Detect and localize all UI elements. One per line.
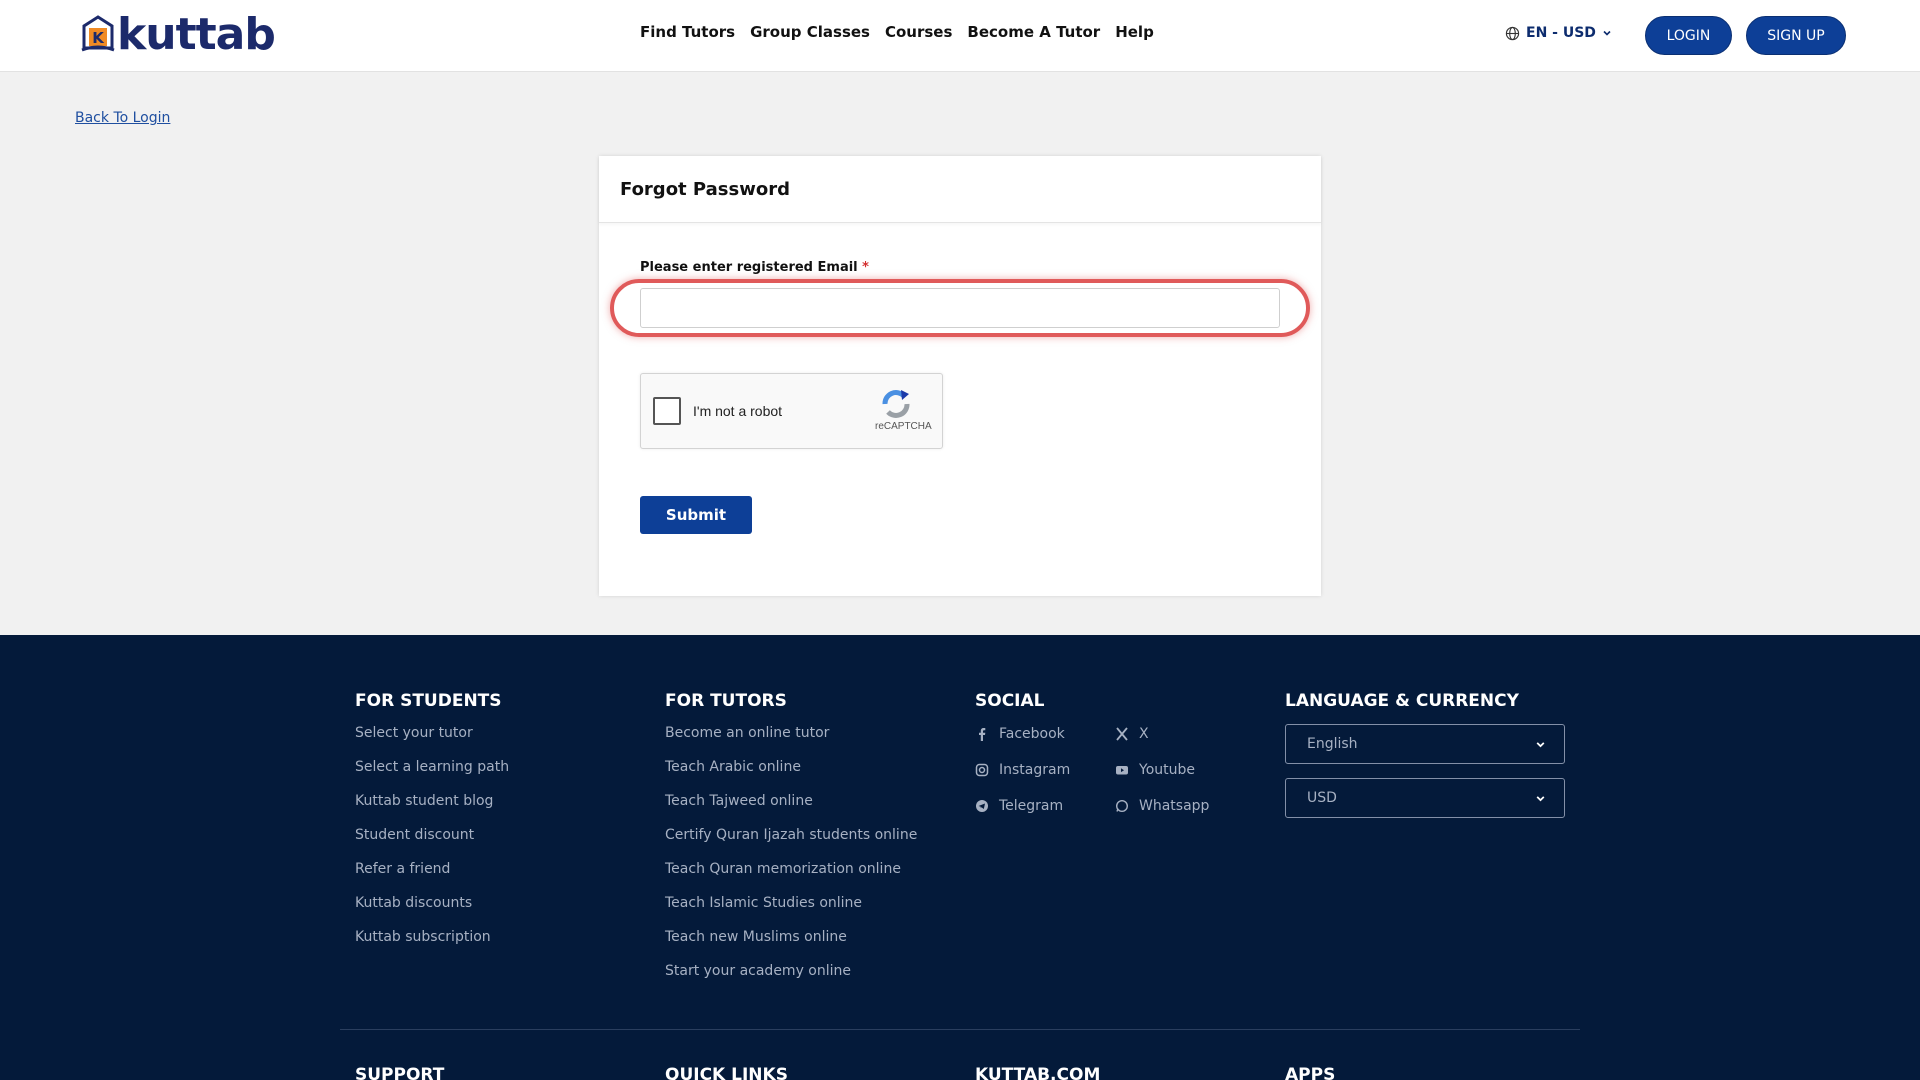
social-label: X [1139, 726, 1149, 742]
footer-link[interactable]: Kuttab student blog [355, 792, 509, 826]
language-currency-label: EN - USD [1526, 25, 1596, 41]
chevron-down-icon [1603, 30, 1611, 36]
nav-find-tutors[interactable]: Find Tutors [640, 23, 735, 41]
telegram-icon [976, 800, 988, 812]
social-label: Youtube [1139, 762, 1195, 778]
social-whatsapp[interactable]: Whatsapp [1115, 796, 1255, 816]
card-title: Forgot Password [599, 156, 1321, 223]
footer-language-column: LANGUAGE & CURRENCY English USD [1285, 691, 1565, 832]
footer-link[interactable]: Student discount [355, 826, 509, 860]
forgot-password-card: Forgot Password Please enter registered … [599, 156, 1321, 596]
recaptcha-label: I'm not a robot [693, 403, 783, 419]
footer-link[interactable]: Refer a friend [355, 860, 509, 894]
recaptcha-brand: reCAPTCHA [875, 421, 932, 432]
logo-icon: K [81, 15, 115, 52]
email-label-text: Please enter registered Email [640, 260, 858, 275]
login-button[interactable]: LOGIN [1645, 16, 1732, 55]
top-header: K kuttab Find Tutors Group Classes Cours… [0, 0, 1920, 72]
main-nav: Find Tutors Group Classes Courses Become… [640, 23, 1154, 41]
language-select[interactable]: English [1285, 724, 1565, 764]
recaptcha-widget: I'm not a robot reCAPTCHA [640, 373, 943, 449]
email-input[interactable] [640, 288, 1280, 328]
social-label: Facebook [999, 726, 1065, 742]
footer-link[interactable]: Teach Tajweed online [665, 792, 917, 826]
currency-select[interactable]: USD [1285, 778, 1565, 818]
social-label: Instagram [999, 762, 1071, 778]
recaptcha-icon [882, 390, 910, 418]
footer-tutors-title: FOR TUTORS [665, 691, 787, 711]
x-icon [1116, 727, 1128, 741]
footer-tutors-column: FOR TUTORS Become an online tutor Teach … [665, 691, 917, 996]
footer-link[interactable]: Teach Arabic online [665, 758, 917, 792]
footer-students-title: FOR STUDENTS [355, 691, 502, 711]
globe-icon [1505, 26, 1520, 40]
footer-link[interactable]: Certify Quran Ijazah students online [665, 826, 917, 860]
footer-link[interactable]: Teach Islamic Studies online [665, 894, 917, 928]
footer-support-title: SUPPORT [355, 1065, 445, 1080]
email-label: Please enter registered Email * [640, 260, 869, 275]
chevron-down-icon [1536, 795, 1545, 801]
social-youtube[interactable]: Youtube [1115, 760, 1255, 780]
social-facebook[interactable]: Facebook [975, 724, 1115, 744]
footer-link[interactable]: Start your academy online [665, 962, 917, 996]
footer-link[interactable]: Select a learning path [355, 758, 509, 792]
nav-group-classes[interactable]: Group Classes [750, 23, 870, 41]
whatsapp-icon [1115, 799, 1129, 813]
footer-link[interactable]: Select your tutor [355, 724, 509, 758]
footer-apps-title: APPS [1285, 1065, 1336, 1080]
back-to-login-link[interactable]: Back To Login [75, 110, 170, 126]
youtube-icon [1116, 766, 1128, 775]
footer-social-title: SOCIAL [975, 691, 1045, 711]
footer-link[interactable]: Kuttab discounts [355, 894, 509, 928]
facebook-icon [979, 728, 986, 741]
social-label: Telegram [999, 798, 1064, 814]
footer-divider [340, 1029, 1580, 1030]
signup-button[interactable]: SIGN UP [1746, 16, 1846, 55]
footer-social-column: SOCIAL Facebook X Instagram Youtube Tele… [975, 691, 1255, 816]
kuttab-logo[interactable]: K kuttab [77, 9, 276, 60]
instagram-icon [975, 763, 989, 777]
logo-text: kuttab [117, 9, 276, 60]
footer-kuttab-title: KUTTAB.COM [975, 1065, 1101, 1080]
footer-students-column: FOR STUDENTS Select your tutor Select a … [355, 691, 509, 962]
social-x[interactable]: X [1115, 724, 1255, 744]
footer-link[interactable]: Teach new Muslims online [665, 928, 917, 962]
required-asterisk: * [862, 260, 869, 275]
footer-link[interactable]: Become an online tutor [665, 724, 917, 758]
language-select-value: English [1307, 736, 1358, 752]
currency-select-value: USD [1307, 790, 1337, 806]
site-footer: FOR STUDENTS Select your tutor Select a … [0, 635, 1920, 1080]
chevron-down-icon [1536, 741, 1545, 747]
submit-button[interactable]: Submit [640, 496, 752, 534]
nav-courses[interactable]: Courses [885, 23, 952, 41]
social-instagram[interactable]: Instagram [975, 760, 1115, 780]
recaptcha-checkbox[interactable] [653, 397, 681, 425]
footer-link[interactable]: Teach Quran memorization online [665, 860, 917, 894]
social-telegram[interactable]: Telegram [975, 796, 1115, 816]
footer-language-title: LANGUAGE & CURRENCY [1285, 691, 1519, 711]
nav-help[interactable]: Help [1115, 23, 1154, 41]
language-currency-selector[interactable]: EN - USD [1505, 25, 1612, 41]
social-label: Whatsapp [1139, 798, 1210, 814]
nav-become-a-tutor[interactable]: Become A Tutor [967, 23, 1100, 41]
footer-link[interactable]: Kuttab subscription [355, 928, 509, 962]
svg-text:K: K [92, 29, 105, 47]
footer-quick-links-title: QUICK LINKS [665, 1065, 788, 1080]
